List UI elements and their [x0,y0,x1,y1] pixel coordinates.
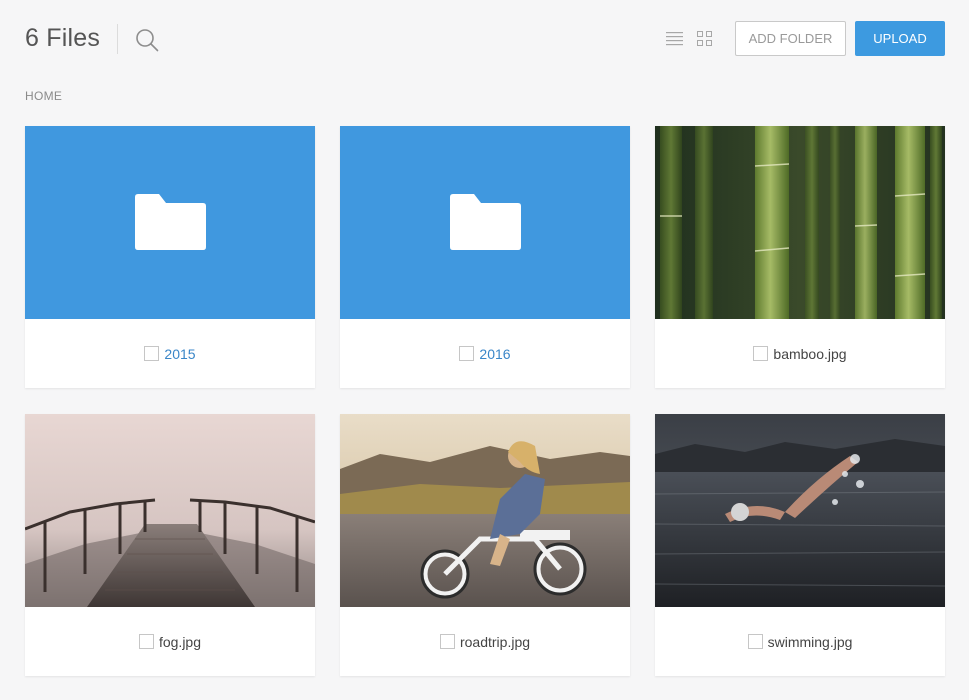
file-name[interactable]: roadtrip.jpg [460,634,530,650]
image-thumbnail-bamboo [655,126,945,319]
file-name[interactable]: 2015 [164,346,195,362]
file-card-folder-2015[interactable]: 2015 [25,126,315,388]
file-caption: 2016 [340,319,630,388]
file-caption: roadtrip.jpg [340,607,630,676]
toolbar: 6 Files ADD FOLDER UPLOAD [0,0,969,80]
select-checkbox[interactable] [144,346,160,361]
file-card-bamboo[interactable]: bamboo.jpg [655,126,945,388]
select-checkbox[interactable] [439,634,455,649]
file-caption: swimming.jpg [655,607,945,676]
image-thumbnail-fog [25,414,315,607]
file-name[interactable]: fog.jpg [159,634,201,650]
file-card-folder-2016[interactable]: 2016 [340,126,630,388]
file-caption: 2015 [25,319,315,388]
folder-thumbnail [340,126,630,319]
image-thumbnail-roadtrip [340,414,630,607]
page-title: 6 Files [25,24,101,52]
select-checkbox[interactable] [138,634,154,649]
file-caption: bamboo.jpg [655,319,945,388]
file-name[interactable]: swimming.jpg [768,634,853,650]
file-name[interactable]: bamboo.jpg [773,346,846,362]
file-card-roadtrip[interactable]: roadtrip.jpg [340,414,630,676]
breadcrumb-home[interactable]: HOME [25,89,62,103]
select-checkbox[interactable] [753,346,769,361]
file-caption: fog.jpg [25,607,315,676]
select-checkbox[interactable] [459,346,475,361]
image-thumbnail-swimming [655,414,945,607]
toolbar-divider [117,24,118,54]
add-folder-button[interactable]: ADD FOLDER [735,21,846,56]
folder-icon [135,194,206,250]
file-card-fog[interactable]: fog.jpg [25,414,315,676]
folder-icon [450,194,521,250]
list-view-icon[interactable] [666,31,683,46]
grid-view-icon[interactable] [697,31,712,46]
folder-thumbnail [25,126,315,319]
file-name[interactable]: 2016 [479,346,510,362]
upload-button[interactable]: UPLOAD [855,21,945,56]
file-card-swimming[interactable]: swimming.jpg [655,414,945,676]
search-icon[interactable] [134,27,160,53]
select-checkbox[interactable] [747,634,763,649]
